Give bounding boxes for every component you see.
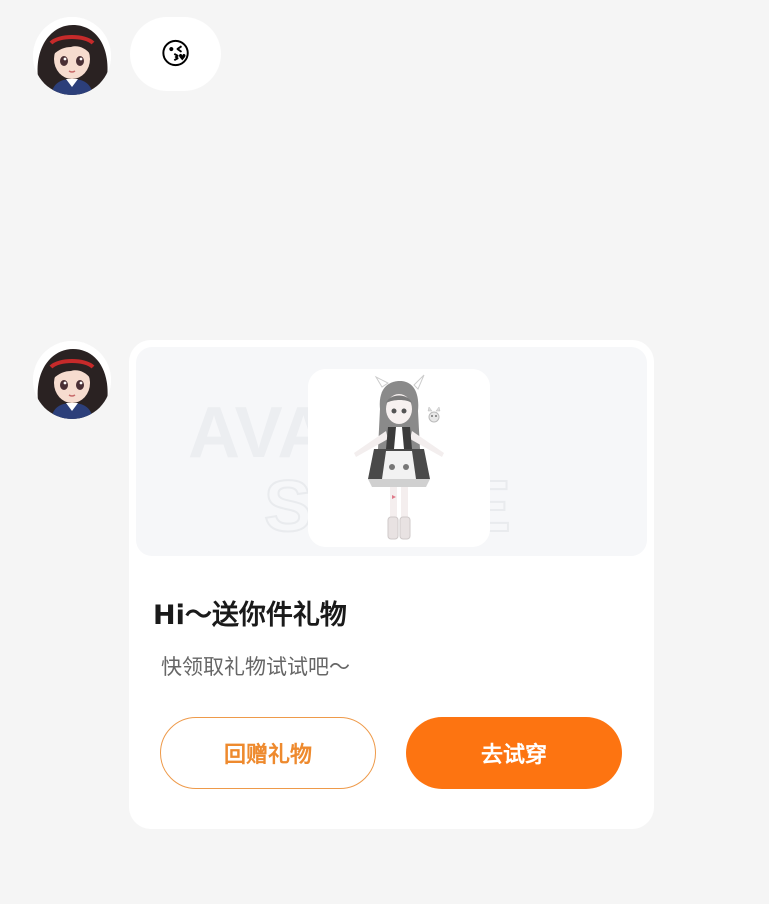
gift-item-preview[interactable] bbox=[308, 369, 490, 547]
return-gift-button[interactable]: 回赠礼物 bbox=[160, 717, 376, 789]
gift-card-subtitle: 快领取礼物试试吧～ bbox=[161, 655, 350, 679]
kissing-face-emoji: 😘 bbox=[159, 36, 192, 72]
anime-girl-avatar-image bbox=[33, 17, 111, 95]
doll-outfit-image bbox=[308, 369, 490, 547]
gift-banner: AVATAR STORE bbox=[136, 347, 647, 556]
try-on-button-label: 去试穿 bbox=[480, 743, 547, 768]
gift-card-title: Hi～送你件礼物 bbox=[153, 600, 347, 631]
return-gift-button-label: 回赠礼物 bbox=[223, 743, 312, 768]
try-on-button[interactable]: 去试穿 bbox=[406, 717, 622, 789]
anime-girl-avatar-image bbox=[33, 341, 111, 419]
emoji-message-bubble[interactable]: 😘 bbox=[130, 17, 221, 91]
sender-avatar[interactable] bbox=[33, 17, 111, 95]
sender-avatar[interactable] bbox=[33, 341, 111, 419]
gift-message-card[interactable]: AVATAR STORE bbox=[129, 340, 654, 829]
